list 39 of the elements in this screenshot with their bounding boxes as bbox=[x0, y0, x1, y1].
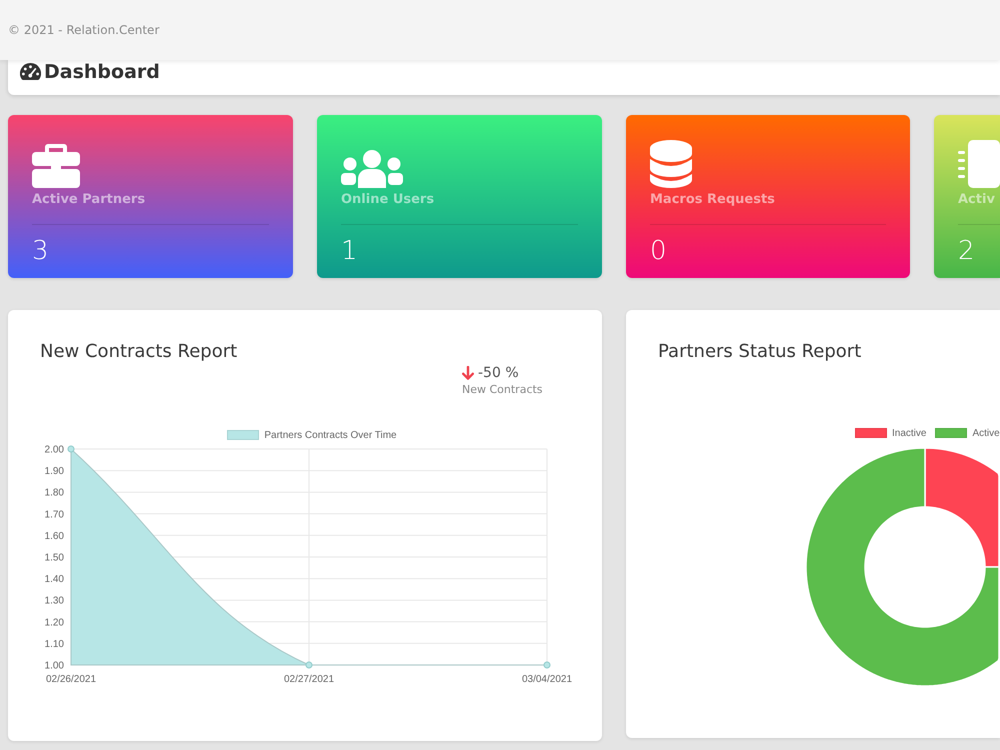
notebook-icon bbox=[958, 140, 1000, 188]
database-icon bbox=[650, 140, 692, 188]
stat-label: Active Partners bbox=[32, 191, 146, 209]
stat-value: 0 bbox=[650, 235, 667, 267]
y-axis-label: 1.70 bbox=[44, 509, 64, 520]
data-point bbox=[68, 446, 74, 452]
stat-value: 2 bbox=[958, 235, 975, 267]
stat-value: 1 bbox=[341, 235, 358, 267]
y-axis-label: 1.80 bbox=[44, 488, 64, 499]
stat-label: Activ bbox=[958, 191, 995, 209]
stat-label: Online Users bbox=[341, 191, 434, 209]
x-axis-label: 02/26/2021 bbox=[46, 674, 96, 685]
data-point bbox=[544, 662, 550, 668]
y-axis-label: 1.30 bbox=[44, 596, 64, 607]
data-point bbox=[306, 662, 312, 668]
legend-label: Active bbox=[972, 428, 1000, 438]
legend-label: Partners Contracts Over Time bbox=[264, 430, 397, 440]
stat-label: Macros Requests bbox=[650, 191, 775, 209]
y-axis-label: 1.50 bbox=[44, 552, 64, 564]
gauge-icon bbox=[20, 63, 41, 82]
y-axis-label: 1.10 bbox=[44, 638, 64, 650]
y-axis-label: 1.40 bbox=[44, 574, 64, 586]
y-axis-label: 1.00 bbox=[44, 660, 64, 672]
x-axis-label: 02/27/2021 bbox=[284, 674, 334, 685]
change-label: New Contracts bbox=[462, 382, 543, 398]
panel-title: New Contracts Report bbox=[40, 340, 238, 364]
page-title: Dashboard bbox=[44, 60, 160, 84]
y-axis-label: 1.20 bbox=[44, 617, 64, 628]
panel-title: Partners Status Report bbox=[658, 340, 862, 364]
legend-label: Inactive bbox=[892, 428, 926, 438]
copyright-text: © 2021 - Relation.Center bbox=[8, 23, 160, 37]
users-icon bbox=[341, 150, 403, 188]
y-axis-label: 1.90 bbox=[44, 466, 64, 478]
y-axis-label: 2.00 bbox=[44, 444, 64, 456]
briefcase-icon bbox=[32, 144, 80, 188]
x-axis-label: 03/04/2021 bbox=[522, 674, 572, 685]
y-axis-label: 1.60 bbox=[44, 530, 64, 542]
change-percent: -50 % bbox=[478, 364, 519, 382]
stat-value: 3 bbox=[32, 235, 49, 267]
